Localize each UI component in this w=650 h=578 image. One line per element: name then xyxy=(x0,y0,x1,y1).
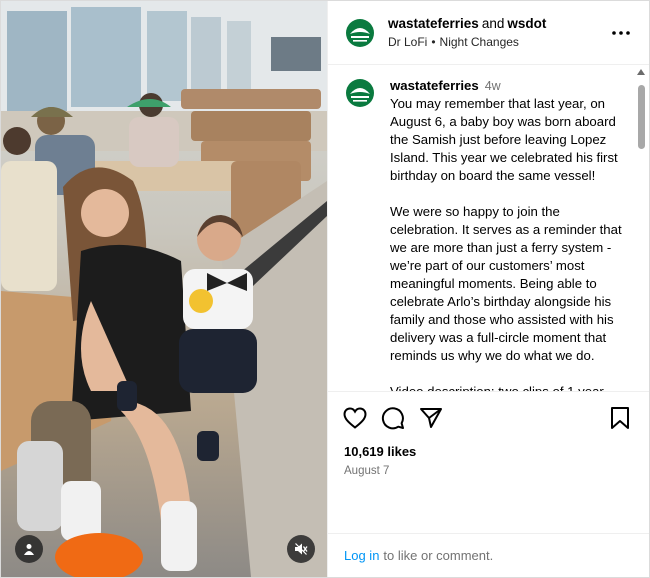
caption-avatar-icon[interactable] xyxy=(344,77,376,109)
speaker-muted-icon xyxy=(295,543,308,555)
collaborator-username[interactable]: wsdot xyxy=(507,16,546,31)
video-frame xyxy=(1,1,327,577)
ferry-logo-icon[interactable] xyxy=(344,16,376,49)
author-username[interactable]: wastateferries xyxy=(388,16,479,31)
audio-attribution[interactable]: Dr LoFi • Night Changes xyxy=(388,34,607,50)
post-container: wastateferries and wsdot Dr LoFi • Night Cha… xyxy=(0,0,650,578)
caption-header: wastateferries 4w xyxy=(390,77,624,95)
caption: wastateferries 4w You may remember that l… xyxy=(328,65,649,391)
header-text: wastateferries and wsdot Dr LoFi • Night Cha… xyxy=(388,15,607,50)
audio-artist: Dr LoFi xyxy=(388,35,428,49)
scroll-up-arrow-icon[interactable] xyxy=(636,67,646,77)
caption-paragraph: We were so happy to join the celebration… xyxy=(390,204,622,363)
login-prompt-text: to like or comment. xyxy=(383,548,494,563)
comments-section[interactable]: wastateferries 4w You may remember that l… xyxy=(328,65,649,391)
bookmark-icon xyxy=(611,407,629,429)
more-options-button[interactable] xyxy=(607,19,635,47)
person-icon xyxy=(24,544,34,555)
separator-dot: • xyxy=(431,35,436,49)
comment-button[interactable] xyxy=(380,405,406,431)
caption-username[interactable]: wastateferries xyxy=(390,78,479,93)
scrollbar[interactable] xyxy=(635,67,647,391)
login-link[interactable]: Log in xyxy=(344,548,379,563)
mute-button[interactable] xyxy=(287,535,315,563)
comment-icon xyxy=(381,407,404,430)
post-header: wastateferries and wsdot Dr LoFi • Night Cha… xyxy=(328,1,649,65)
login-prompt: Log in to like or comment. xyxy=(328,533,649,577)
header-authors: wastateferries and wsdot xyxy=(388,15,607,33)
post-video[interactable] xyxy=(1,1,327,577)
save-button[interactable] xyxy=(607,405,633,431)
caption-body: wastateferries 4w You may remember that l… xyxy=(390,77,624,391)
caption-paragraph: Video description: two clips of 1 year o… xyxy=(390,383,624,391)
heart-icon xyxy=(343,407,367,429)
tagged-people-button[interactable] xyxy=(15,535,43,563)
caption-paragraph: You may remember that last year, on Augu… xyxy=(390,96,618,183)
post-actions: 10,619 likes August 7 xyxy=(328,391,649,533)
audio-track: Night Changes xyxy=(439,35,519,49)
action-icons xyxy=(342,404,633,432)
and-text: and xyxy=(481,16,505,31)
post-date[interactable]: August 7 xyxy=(344,465,633,477)
share-button[interactable] xyxy=(418,405,444,431)
likes-count[interactable]: 10,619 likes xyxy=(344,444,633,459)
post-side-panel: wastateferries and wsdot Dr LoFi • Night Cha… xyxy=(327,1,649,577)
scrollbar-thumb[interactable] xyxy=(638,85,645,149)
more-horizontal-icon xyxy=(612,30,630,35)
caption-time[interactable]: 4w xyxy=(485,79,501,93)
like-button[interactable] xyxy=(342,405,368,431)
share-icon xyxy=(420,408,442,428)
